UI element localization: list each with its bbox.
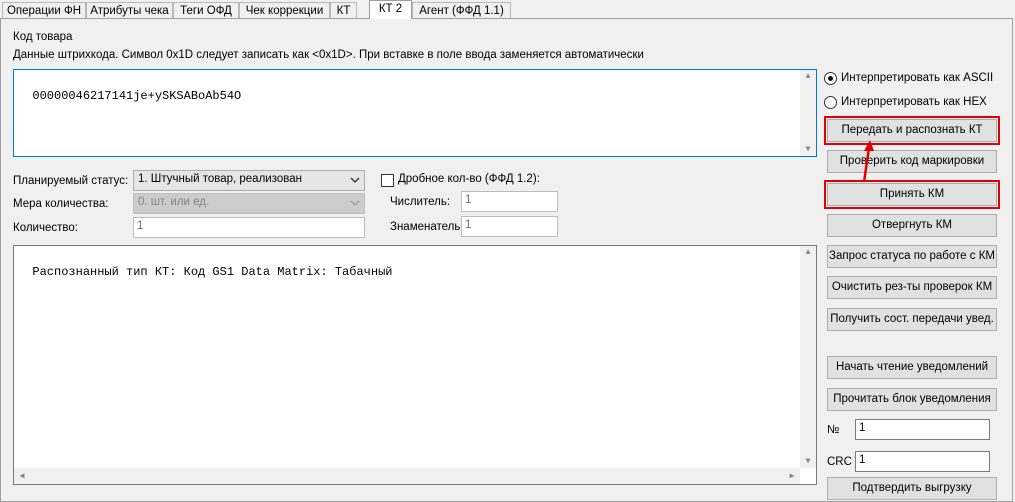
denominator-label: Знаменатель: bbox=[390, 221, 464, 233]
tab-kt[interactable]: КТ bbox=[330, 2, 357, 18]
numerator-label: Числитель: bbox=[390, 196, 451, 208]
numerator-input[interactable]: 1 bbox=[461, 191, 558, 212]
fractional-checkbox[interactable] bbox=[381, 174, 394, 187]
quantity-measure-select[interactable]: 0. шт. или ед. bbox=[133, 193, 365, 214]
number-label: № bbox=[827, 424, 840, 436]
accept-km-button[interactable]: Принять КМ bbox=[824, 180, 1000, 209]
crc-input[interactable]: 1 bbox=[855, 451, 990, 472]
scroll-down-icon[interactable]: ▼ bbox=[800, 457, 816, 466]
barcode-input[interactable]: 00000046217141je+ySKSABoAb54O ▲ ▼ bbox=[13, 69, 817, 157]
quantity-measure-label: Мера количества: bbox=[13, 198, 109, 210]
tab-bar: Операции ФН Атрибуты чека Теги ОФД Чек к… bbox=[0, 0, 1015, 19]
barcode-vscrollbar[interactable]: ▲ ▼ bbox=[800, 70, 816, 156]
quantity-measure-value: 0. шт. или ед. bbox=[138, 196, 210, 208]
fractional-label[interactable]: Дробное кол-во (ФФД 1.2): bbox=[398, 173, 540, 185]
denominator-input[interactable]: 1 bbox=[461, 216, 558, 237]
scroll-down-icon[interactable]: ▼ bbox=[800, 145, 816, 154]
scroll-up-icon[interactable]: ▲ bbox=[800, 248, 816, 257]
barcode-value: 00000046217141je+ySKSABoAb54O bbox=[32, 89, 242, 103]
start-reading-button[interactable]: Начать чтение уведомлений bbox=[827, 356, 997, 379]
hex-radio[interactable] bbox=[824, 96, 837, 109]
chevron-down-icon bbox=[350, 200, 360, 206]
tab-kt2[interactable]: КТ 2 bbox=[369, 0, 412, 19]
ascii-radio-label[interactable]: Интерпретировать как ASCII bbox=[841, 72, 993, 84]
reject-km-button[interactable]: Отвергнуть КМ bbox=[827, 214, 997, 237]
scroll-right-icon[interactable]: ▶ bbox=[784, 471, 800, 481]
quantity-input[interactable]: 1 bbox=[133, 217, 365, 238]
result-vscrollbar[interactable]: ▲ ▼ bbox=[800, 246, 816, 468]
read-block-button[interactable]: Прочитать блок уведомления bbox=[827, 388, 997, 411]
chevron-down-icon bbox=[350, 177, 360, 183]
barcode-hint: Данные штрихкода. Символ 0x1D следует за… bbox=[13, 49, 644, 61]
planned-status-select[interactable]: 1. Штучный товар, реализован bbox=[133, 170, 365, 191]
confirm-upload-button[interactable]: Подтвердить выгрузку bbox=[827, 477, 997, 500]
result-output[interactable]: Распознанный тип КТ: Код GS1 Data Matrix… bbox=[13, 245, 817, 485]
ascii-radio[interactable] bbox=[824, 72, 837, 85]
crc-label: CRC bbox=[827, 456, 852, 468]
result-hscrollbar[interactable]: ◀ ▶ bbox=[14, 468, 800, 484]
product-code-label: Код товара bbox=[13, 31, 73, 43]
status-request-button[interactable]: Запрос статуса по работе с КМ bbox=[827, 245, 997, 268]
tab-correction-receipt[interactable]: Чек коррекции bbox=[239, 2, 330, 18]
scroll-left-icon[interactable]: ◀ bbox=[14, 471, 30, 481]
clear-results-button[interactable]: Очистить рез-ты проверок КМ bbox=[827, 276, 997, 299]
result-text: Распознанный тип КТ: Код GS1 Data Matrix… bbox=[32, 265, 393, 279]
annotation-arrow-icon bbox=[862, 140, 874, 183]
hex-radio-label[interactable]: Интерпретировать как HEX bbox=[841, 96, 987, 108]
transfer-state-button[interactable]: Получить сост. передачи увед. bbox=[827, 308, 997, 331]
tab-ofd-tags[interactable]: Теги ОФД bbox=[173, 2, 239, 18]
quantity-label: Количество: bbox=[13, 222, 78, 234]
tab-fn-operations[interactable]: Операции ФН bbox=[2, 2, 86, 18]
tab-receipt-attributes[interactable]: Атрибуты чека bbox=[86, 2, 173, 18]
planned-status-label: Планируемый статус: bbox=[13, 175, 129, 187]
planned-status-value: 1. Штучный товар, реализован bbox=[138, 173, 302, 185]
number-input[interactable]: 1 bbox=[855, 419, 990, 440]
scroll-up-icon[interactable]: ▲ bbox=[800, 72, 816, 81]
tab-agent[interactable]: Агент (ФФД 1.1) bbox=[412, 2, 511, 18]
